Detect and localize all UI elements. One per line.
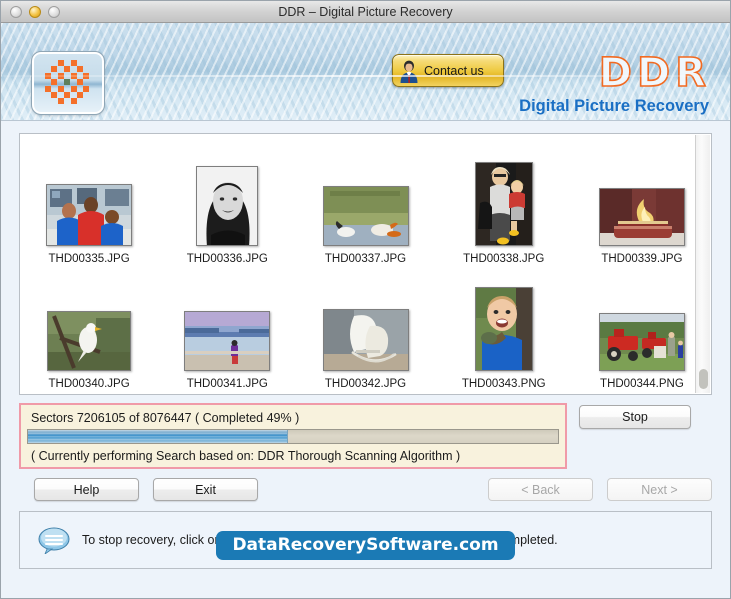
brand-subtitle: Digital Picture Recovery	[519, 97, 709, 115]
navigation-buttons: Help Exit < Back Next >	[19, 478, 712, 501]
thumbnail-item[interactable]: THD00338.JPG	[435, 140, 573, 265]
thumbnail-grid: THD00335.JPG THD00336.JPG THD00337.JPG T…	[20, 134, 711, 390]
thumbnail-filename: THD00338.JPG	[463, 253, 545, 265]
progress-panel: Sectors 7206105 of 8076447 ( Completed 4…	[19, 403, 567, 469]
progress-bar	[27, 429, 559, 444]
scrollbar-thumb[interactable]	[699, 369, 708, 389]
person-icon	[398, 59, 420, 83]
thumbnail-item[interactable]: THD00342.JPG	[296, 265, 434, 390]
thumbnail-filename: THD00335.JPG	[48, 253, 130, 265]
thumbnail-filename: THD00342.JPG	[324, 378, 407, 390]
thumbnail-image[interactable]	[322, 309, 409, 371]
main-content: THD00335.JPG THD00336.JPG THD00337.JPG T…	[1, 121, 730, 598]
back-button: < Back	[488, 478, 593, 501]
thumbnail-image[interactable]	[196, 166, 259, 246]
scan-activity-text: ( Currently performing Search based on: …	[31, 449, 461, 463]
progress-bar-fill	[28, 430, 288, 443]
site-badge-label: DataRecoverySoftware.com	[216, 531, 515, 560]
app-window: DDR – Digital Picture Recovery Contact u…	[0, 0, 731, 599]
thumbnail-item[interactable]: THD00343.PNG	[435, 265, 573, 390]
window-title: DDR – Digital Picture Recovery	[278, 4, 453, 19]
thumbnail-image[interactable]	[46, 184, 133, 246]
thumbnail-item[interactable]: THD00336.JPG	[158, 140, 296, 265]
thumbnail-panel: THD00335.JPG THD00336.JPG THD00337.JPG T…	[19, 133, 712, 395]
info-panel: To stop recovery, click on 'Stop' Button…	[19, 511, 712, 569]
title-bar: DDR – Digital Picture Recovery	[1, 1, 730, 23]
thumbnail-row: THD00335.JPG THD00336.JPG THD00337.JPG T…	[20, 140, 711, 265]
thumbnail-item[interactable]: THD00335.JPG	[20, 140, 158, 265]
next-button: Next >	[607, 478, 712, 501]
thumbnail-image[interactable]	[598, 313, 685, 371]
exit-button[interactable]: Exit	[153, 478, 258, 501]
thumbnail-image[interactable]	[474, 162, 533, 246]
thumbnail-filename: THD00336.JPG	[186, 253, 268, 265]
thumbnail-filename: THD00337.JPG	[324, 253, 407, 265]
thumbnail-filename: THD00343.PNG	[461, 378, 546, 390]
thumbnail-filename: THD00339.JPG	[601, 253, 683, 265]
sector-status-text: Sectors 7206105 of 8076447 ( Completed 4…	[31, 411, 300, 425]
contact-us-button[interactable]: Contact us	[392, 54, 504, 87]
contact-us-label: Contact us	[424, 63, 484, 78]
thumbnail-image[interactable]	[184, 311, 271, 371]
vertical-scrollbar[interactable]	[695, 135, 710, 393]
app-icon	[31, 51, 105, 115]
thumbnail-image[interactable]	[47, 311, 132, 371]
thumbnail-row: THD00340.JPG THD00341.JPG THD00342.JPG T…	[20, 265, 711, 390]
thumbnail-image[interactable]	[474, 287, 533, 371]
thumbnail-image[interactable]	[598, 188, 685, 246]
stop-button[interactable]: Stop	[579, 405, 691, 429]
thumbnail-item[interactable]: THD00337.JPG	[296, 140, 434, 265]
thumbnail-filename: THD00344.PNG	[600, 378, 684, 390]
site-badge: DataRecoverySoftware.com	[20, 531, 711, 560]
thumbnail-filename: THD00340.JPG	[48, 378, 130, 390]
thumbnail-item[interactable]: THD00339.JPG	[573, 140, 711, 265]
help-button[interactable]: Help	[34, 478, 139, 501]
progress-row: Sectors 7206105 of 8076447 ( Completed 4…	[19, 403, 712, 469]
thumbnail-item[interactable]: THD00340.JPG	[20, 265, 158, 390]
thumbnail-item[interactable]: THD00344.PNG	[573, 265, 711, 390]
thumbnail-filename: THD00341.JPG	[186, 378, 268, 390]
thumbnail-image[interactable]	[322, 186, 409, 246]
thumbnail-item[interactable]: THD00341.JPG	[158, 265, 296, 390]
ddr-flower-icon	[45, 60, 91, 106]
header-banner: Contact us DDR Digital Picture Recovery	[1, 23, 730, 121]
brand-title: DDR	[598, 49, 711, 97]
